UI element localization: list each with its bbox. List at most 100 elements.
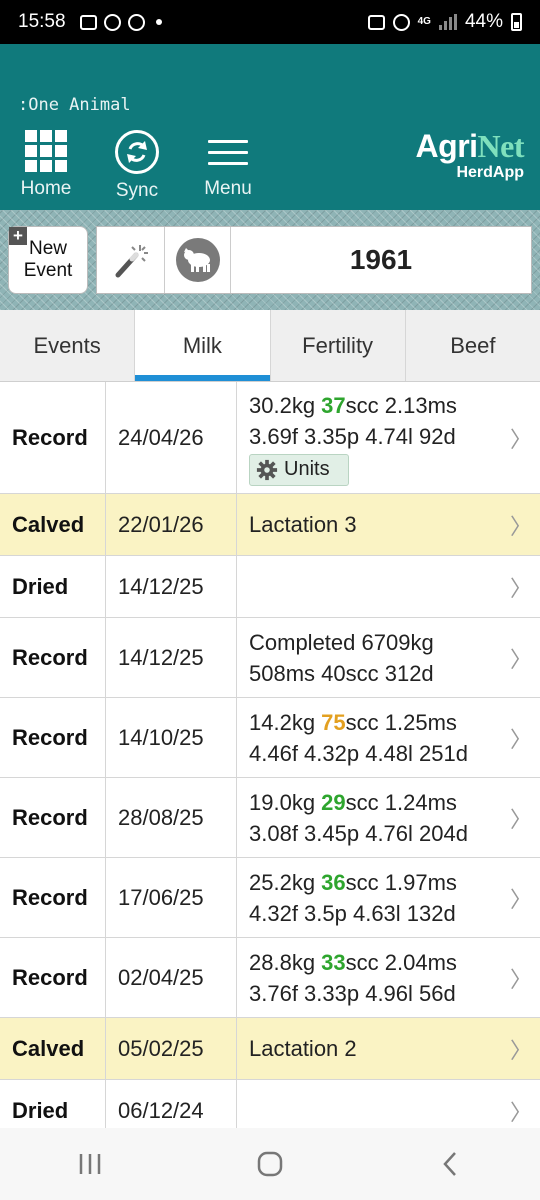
chevron-right-icon: 〉: [509, 426, 532, 452]
chevron-right-icon: 〉: [509, 806, 532, 832]
record-type: Record: [0, 618, 106, 697]
record-type: Dried: [0, 1080, 106, 1128]
back-icon: [443, 1152, 456, 1176]
record-date: 22/01/26: [106, 494, 237, 555]
detail-rest: scc 1.24ms: [345, 789, 457, 815]
magic-wand-button[interactable]: [97, 227, 165, 293]
detail-yield: 30.2kg: [249, 392, 322, 418]
status-time: 15:58: [18, 11, 66, 32]
system-nav-bar: [0, 1128, 540, 1200]
brand-part2: Net: [477, 128, 525, 164]
new-event-button[interactable]: + New Event: [8, 226, 88, 294]
tab-beef[interactable]: Beef: [405, 310, 540, 381]
menu-label: Menu: [204, 178, 252, 199]
record-date: 05/02/25: [106, 1018, 237, 1079]
record-type: Record: [0, 778, 106, 857]
record-type: Record: [0, 858, 106, 937]
detail-line2: 508ms 40scc 312d: [249, 660, 434, 686]
record-date: 14/12/25: [106, 556, 237, 617]
list-item[interactable]: Record 17/06/25 25.2kg 36scc 1.97ms 4.32…: [0, 858, 540, 938]
record-type: Calved: [0, 494, 106, 555]
recents-icon: [79, 1154, 101, 1174]
list-item[interactable]: Calved 05/02/25 Lactation 2 〉: [0, 1018, 540, 1080]
record-detail: 28.8kg 33scc 2.04ms 3.76f 3.33p 4.96l 56…: [237, 938, 540, 1017]
record-date: 14/10/25: [106, 698, 237, 777]
detail-line1: Completed 6709kg: [249, 629, 434, 655]
home-button[interactable]: Home: [16, 130, 76, 200]
record-detail: 14.2kg 75scc 1.25ms 4.46f 4.32p 4.48l 25…: [237, 698, 540, 777]
recents-button[interactable]: [50, 1139, 130, 1189]
network-type: 4G: [417, 16, 431, 27]
cow-icon: [175, 238, 220, 282]
record-date: 06/12/24: [106, 1080, 237, 1128]
magic-wand-icon: [115, 245, 148, 278]
new-event-line1: New: [28, 238, 67, 259]
record-detail: Lactation 2: [249, 1036, 357, 1061]
chevron-right-icon: 〉: [509, 886, 532, 912]
list-item[interactable]: Record 14/10/25 14.2kg 75scc 1.25ms 4.46…: [0, 698, 540, 778]
detail-line2: 3.76f 3.33p 4.96l 56d: [249, 980, 456, 1006]
back-button[interactable]: [410, 1139, 490, 1189]
list-item[interactable]: Record 24/04/26 30.2kg 37scc 2.13ms 3.69…: [0, 382, 540, 494]
record-type: Record: [0, 698, 106, 777]
gallery-icon: [79, 14, 97, 30]
record-detail: [237, 556, 540, 617]
chevron-right-icon: 〉: [509, 1099, 532, 1125]
home-system-button[interactable]: [230, 1139, 310, 1189]
detail-yield: 28.8kg: [249, 949, 322, 975]
detail-line2: 3.08f 3.45p 4.76l 204d: [249, 820, 468, 846]
animal-avatar: [165, 227, 231, 293]
list-item[interactable]: Calved 22/01/26 Lactation 3 〉: [0, 494, 540, 556]
alarm-icon: [392, 13, 410, 31]
detail-rest: scc 2.13ms: [345, 392, 457, 418]
signal-icon: [438, 14, 457, 30]
list-item[interactable]: Record 14/12/25 Completed 6709kg 508ms 4…: [0, 618, 540, 698]
breadcrumb: :One Animal: [18, 95, 131, 115]
detail-line2: 4.32f 3.5p 4.63l 132d: [249, 900, 456, 926]
record-date: 02/04/25: [106, 938, 237, 1017]
sync-icon: [115, 130, 159, 174]
notification-icons: [79, 13, 162, 31]
brand-sub: HerdApp: [456, 164, 524, 181]
animal-id: 1961: [349, 244, 413, 275]
tab-fertility[interactable]: Fertility: [270, 310, 406, 381]
battery-percent: 44%: [464, 11, 503, 32]
detail-yield: 14.2kg: [249, 709, 322, 735]
status-left: 15:58: [18, 11, 162, 33]
animal-panel: 1961: [96, 226, 532, 294]
battery-icon: [511, 13, 522, 31]
record-detail: [237, 1080, 540, 1128]
record-type: Dried: [0, 556, 106, 617]
tab-milk[interactable]: Milk: [135, 310, 271, 381]
record-detail: 30.2kg 37scc 2.13ms 3.69f 3.35p 4.74l 92…: [237, 382, 540, 493]
home-label: Home: [20, 178, 72, 199]
list-item[interactable]: Record 02/04/25 28.8kg 33scc 2.04ms 3.76…: [0, 938, 540, 1018]
sync-button[interactable]: Sync: [108, 130, 166, 202]
action-bar: + New Event 1961: [0, 210, 540, 310]
record-date: 17/06/25: [106, 858, 237, 937]
menu-button[interactable]: Menu: [198, 130, 258, 200]
record-type: Calved: [0, 1018, 106, 1079]
news-icon: [103, 13, 121, 31]
detail-rest: scc 2.04ms: [345, 949, 457, 975]
detail-rest: scc 1.25ms: [345, 709, 457, 735]
milk-record-list: Record 24/04/26 30.2kg 37scc 2.13ms 3.69…: [0, 382, 540, 1128]
record-detail: Completed 6709kg 508ms 40scc 312d: [237, 618, 540, 697]
app-header: :One Animal Home Sync Menu AgriNet HerdA…: [0, 44, 540, 210]
detail-line2: 3.69f 3.35p 4.74l 92d: [249, 423, 456, 449]
chevron-right-icon: 〉: [509, 1037, 532, 1063]
list-item[interactable]: Dried 06/12/24 〉: [0, 1080, 540, 1128]
tab-events[interactable]: Events: [0, 310, 136, 381]
list-item[interactable]: Record 28/08/25 19.0kg 29scc 1.24ms 3.08…: [0, 778, 540, 858]
detail-yield: 19.0kg: [249, 789, 322, 815]
list-item[interactable]: Dried 14/12/25 〉: [0, 556, 540, 618]
hamburger-icon: [208, 132, 248, 172]
record-date: 14/12/25: [106, 618, 237, 697]
units-button[interactable]: Units: [249, 453, 349, 486]
scc-value: 36: [321, 869, 346, 895]
chevron-right-icon: 〉: [509, 513, 532, 539]
units-label: Units: [284, 458, 330, 480]
scc-value: 37: [321, 392, 346, 418]
home-circle-icon: [257, 1151, 283, 1177]
record-detail: Lactation 3: [249, 512, 357, 537]
